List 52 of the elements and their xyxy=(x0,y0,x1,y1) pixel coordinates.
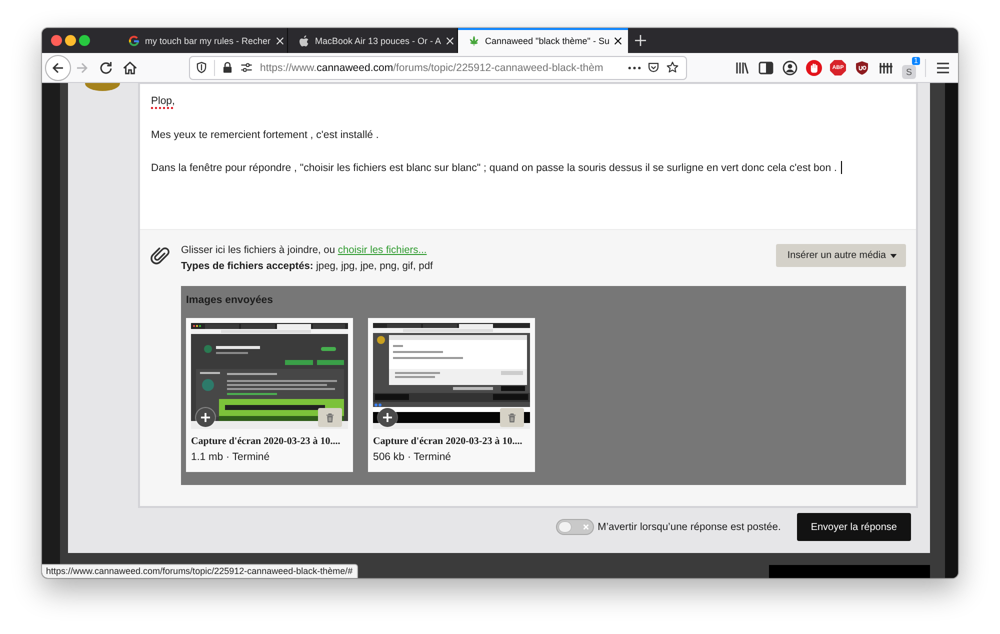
notify-label: M’avertir lorsqu’une réponse est postée. xyxy=(598,522,781,532)
close-icon[interactable] xyxy=(614,36,622,44)
file-name: Capture d'écran 2020-03-23 à 10.... xyxy=(191,435,342,449)
insert-media-button[interactable]: Insérer un autre média xyxy=(776,244,906,267)
message-text: Mes yeux te remercient fortement , c'est installé . xyxy=(151,128,379,140)
account-icon[interactable] xyxy=(782,60,798,76)
trash-icon xyxy=(326,412,334,422)
browser-tab[interactable]: Cannaweed "black thème" - Su xyxy=(458,28,628,53)
more-icon[interactable] xyxy=(628,66,641,70)
message-text: Plop, xyxy=(151,95,175,107)
address-bar[interactable]: https://www.cannaweed.com/forums/topic/225912-cannaweed-black-thèm xyxy=(189,56,687,80)
plus-icon xyxy=(383,413,392,422)
shield-icon[interactable] xyxy=(854,60,870,76)
pocket-icon[interactable] xyxy=(647,61,660,74)
sliders-icon[interactable] xyxy=(240,61,253,74)
avatar xyxy=(85,83,120,91)
delete-button[interactable] xyxy=(500,408,524,427)
uploads-title: Images envoyées xyxy=(186,293,274,307)
paperclip-icon xyxy=(150,245,170,265)
sidebar-icon[interactable] xyxy=(758,60,774,76)
apple-icon xyxy=(298,34,310,46)
plus-icon[interactable] xyxy=(635,35,646,46)
status-bar-url: https://www.cannaweed.com/forums/topic/225912-cannaweed-black-thème/# xyxy=(42,564,358,578)
accepted-file-types: Types de fichiers acceptés: jpeg, jpg, jpe, png, gif, pdf xyxy=(181,260,433,274)
cross-icon xyxy=(582,524,589,530)
back-button[interactable] xyxy=(45,54,71,80)
delete-button[interactable] xyxy=(318,408,342,427)
trash-icon xyxy=(508,412,516,422)
extension-button[interactable]: S xyxy=(902,64,916,78)
file-status: 1.1 mb · Terminé xyxy=(191,450,271,465)
star-icon[interactable] xyxy=(666,61,679,74)
message-field[interactable] xyxy=(140,84,916,229)
hand-icon[interactable] xyxy=(806,60,822,76)
reload-icon[interactable] xyxy=(98,60,114,76)
window-minimize-button[interactable] xyxy=(65,35,76,46)
library-icon[interactable] xyxy=(734,60,750,76)
file-status: 506 kb · Terminé xyxy=(373,450,452,465)
notify-toggle[interactable] xyxy=(556,519,594,535)
url-text[interactable]: https://www.cannaweed.com/forums/topic/225912-cannaweed-black-thèm xyxy=(260,62,622,74)
submit-button[interactable]: Envoyer la réponse xyxy=(796,513,911,541)
g-logo-icon xyxy=(128,34,140,46)
plus-icon xyxy=(201,413,210,422)
shield-icon[interactable] xyxy=(195,61,208,74)
lock-icon[interactable] xyxy=(221,61,234,74)
drop-hint: Glisser ici les fichiers à joindre, ou choisir les fichiers... xyxy=(181,244,428,258)
leaf-icon xyxy=(468,34,480,46)
file-name: Capture d'écran 2020-03-23 à 10.... xyxy=(373,435,524,449)
window-zoom-button[interactable] xyxy=(79,35,90,46)
window-close-button[interactable] xyxy=(51,35,62,46)
home-icon[interactable] xyxy=(122,60,138,76)
message-text: Dans la fenêtre pour répondre , "choisir les fichiers est blanc sur blanc" ; quand on passe la souris dessus il se surligne en vert donc cela c'est bon . xyxy=(151,162,837,174)
caret-icon xyxy=(890,254,897,258)
